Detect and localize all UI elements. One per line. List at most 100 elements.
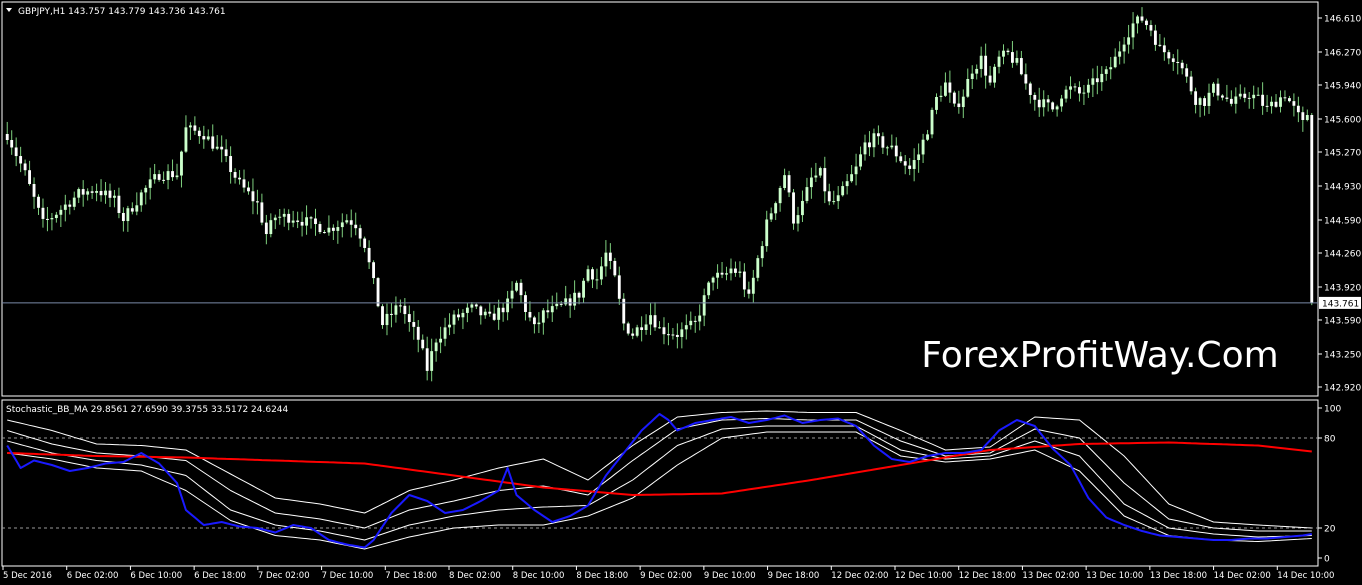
candle-body	[1176, 61, 1180, 63]
candle-body	[1024, 74, 1028, 84]
candle-body	[1287, 98, 1291, 102]
candle-body	[188, 125, 192, 128]
candle-body	[443, 327, 447, 339]
candle-body	[1046, 99, 1050, 103]
candle-body	[626, 323, 630, 334]
candle-body	[206, 136, 210, 140]
candle-body	[175, 175, 179, 178]
candle-body	[108, 190, 112, 198]
candle-body	[1015, 58, 1019, 63]
candle-body	[814, 175, 818, 178]
candle-body	[532, 317, 536, 325]
candle-body	[113, 195, 116, 198]
candle-body	[595, 279, 599, 281]
candle-body	[153, 174, 157, 180]
candle-body	[1234, 96, 1238, 104]
candle-body	[224, 149, 228, 157]
candle-body	[885, 147, 889, 149]
candle-body	[1100, 73, 1104, 83]
candle-body	[171, 171, 174, 178]
candle-body	[765, 219, 769, 247]
candle-body	[1283, 97, 1287, 99]
time-tick-label: 6 Dec 10:00	[130, 571, 182, 581]
candle-body	[698, 315, 702, 322]
time-tick-label: 12 Dec 02:00	[831, 571, 888, 581]
candle	[756, 255, 760, 282]
candle-body	[68, 204, 72, 207]
candle-body	[845, 181, 849, 187]
candle-body	[1037, 99, 1041, 108]
candle-body	[363, 238, 367, 248]
candle-body	[278, 216, 282, 218]
candle-body	[742, 271, 746, 290]
price-tick-label: 144.930	[1324, 183, 1361, 193]
candle-body	[336, 227, 340, 231]
candle-body	[59, 209, 63, 215]
candle-body	[215, 146, 219, 149]
candle-body	[1185, 68, 1189, 77]
candle-body	[939, 95, 943, 98]
candle-body	[483, 311, 487, 316]
candle-body	[1252, 94, 1256, 99]
candle-body	[617, 275, 621, 299]
candle-body	[1145, 20, 1148, 26]
candle-body	[747, 289, 751, 294]
candle-body	[81, 189, 85, 195]
time-tick-label: 12 Dec 10:00	[895, 571, 952, 581]
candle-body	[591, 269, 594, 280]
chart-root[interactable]: ForexProfitWay.Com GBPJPY,H1 143.757 143…	[0, 0, 1362, 585]
current-price-tag-label: 143.761	[1322, 299, 1359, 309]
candle-body	[349, 220, 353, 225]
candle-body	[1279, 97, 1282, 107]
candle-body	[1060, 98, 1064, 107]
candle-body	[1265, 105, 1269, 107]
candle-body	[738, 271, 742, 273]
candle-body	[421, 339, 425, 349]
candle-body	[130, 208, 134, 212]
indicator-tick-label: 20	[1324, 525, 1336, 535]
candle-body	[564, 298, 568, 305]
time-tick-label: 9 Dec 18:00	[768, 571, 820, 581]
indicator-tick-label: 100	[1324, 405, 1341, 415]
candle-body	[1131, 23, 1135, 38]
candle-body	[926, 134, 929, 140]
candle-body	[1301, 112, 1305, 120]
candle-body	[751, 277, 755, 294]
candle-body	[86, 191, 90, 195]
candle-body	[327, 227, 331, 233]
candle-body	[537, 322, 541, 325]
candle-body	[1019, 58, 1023, 75]
candle-body	[711, 277, 715, 283]
candle-body	[1095, 78, 1099, 83]
candle-body	[809, 177, 813, 188]
candle-body	[948, 82, 952, 93]
candle-body	[854, 166, 858, 175]
candle-body	[863, 142, 867, 155]
candle-body	[720, 272, 724, 275]
candle-body	[264, 222, 268, 235]
indicator-label: Stochastic_BB_MA 29.8561 27.6590 39.3755…	[6, 405, 289, 415]
candle-body	[573, 292, 577, 306]
candle-body	[1118, 51, 1122, 57]
candle-body	[1153, 30, 1157, 45]
candle-body	[439, 338, 443, 343]
time-tick-label: 14 Dec 10:00	[1277, 571, 1334, 581]
candle-body	[608, 252, 612, 261]
candle-body	[492, 313, 496, 320]
candle-body	[1104, 69, 1108, 74]
candle-body	[921, 139, 925, 155]
candle-body	[54, 214, 58, 219]
candle-body	[635, 327, 639, 336]
candle-body	[510, 290, 514, 299]
candle-body	[474, 304, 478, 307]
candle-body	[1006, 50, 1010, 53]
candle-body	[282, 213, 286, 217]
candle-body	[1033, 94, 1037, 100]
candle-body	[872, 133, 876, 148]
candle-body	[1207, 92, 1211, 106]
price-tick-label: 144.590	[1324, 217, 1361, 227]
candle-body	[729, 268, 733, 274]
candle-body	[894, 145, 898, 157]
candle-body	[577, 292, 581, 298]
candle-body	[157, 174, 161, 180]
